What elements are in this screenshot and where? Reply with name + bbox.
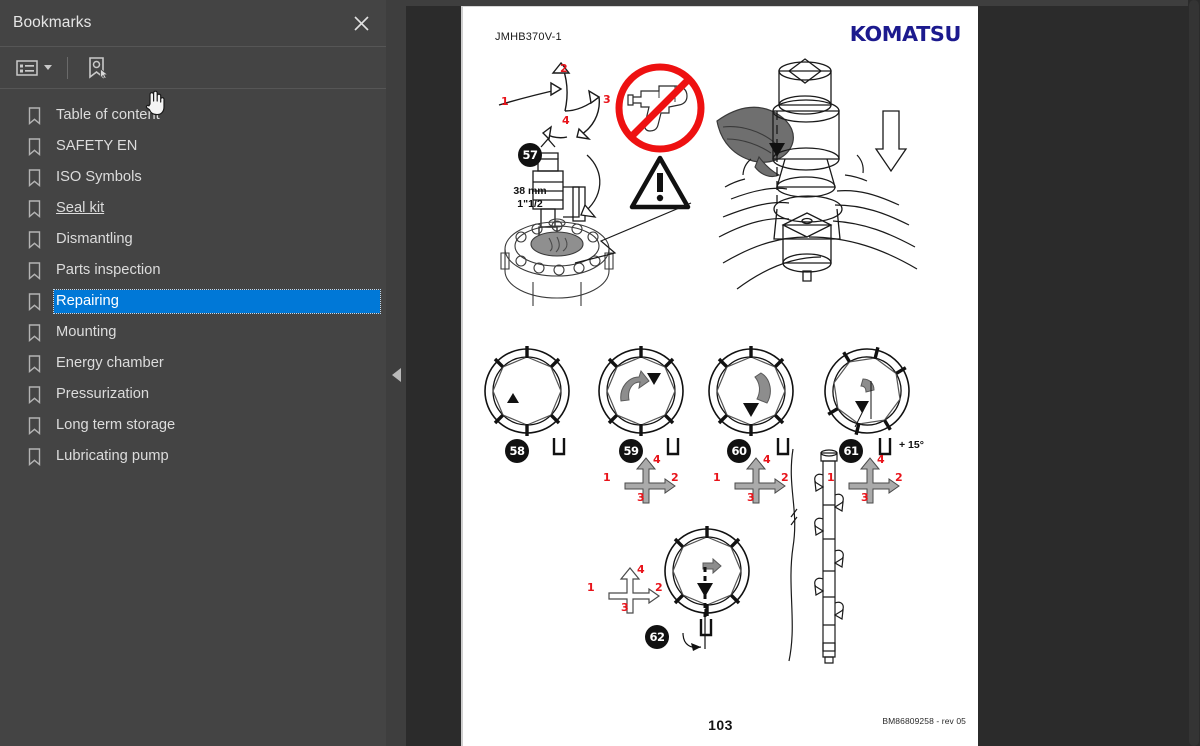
bookmark-item[interactable]: Seal kit bbox=[0, 193, 386, 224]
figure-socket-installation bbox=[716, 58, 918, 290]
rotation-callout-icon bbox=[682, 609, 713, 651]
arrow-number: 3 bbox=[747, 491, 755, 504]
figure-step-60 bbox=[708, 346, 794, 436]
bookmark-icon bbox=[28, 199, 43, 218]
bookmark-icon bbox=[28, 385, 43, 404]
bookmark-label: Energy chamber bbox=[56, 354, 164, 371]
panel-splitter[interactable] bbox=[386, 0, 406, 746]
arrow-number: 1 bbox=[603, 471, 611, 484]
pdf-page: JMHB370V-1 KOMATSU 1 2 3 4 57 38 mm 1"1/… bbox=[461, 6, 978, 746]
revision-code: BM86809258 - rev 05 bbox=[882, 716, 966, 726]
arrow-number: 1 bbox=[713, 471, 721, 484]
step-badge: 62 bbox=[645, 625, 669, 649]
bookmark-item[interactable]: Table of content bbox=[0, 100, 386, 131]
tool-spec-mm: 38 mm bbox=[513, 185, 547, 197]
bookmark-icon bbox=[28, 230, 43, 249]
figure-step-62 bbox=[664, 526, 750, 617]
four-way-arrow-icon bbox=[734, 457, 786, 504]
arrow-number: 4 bbox=[637, 563, 645, 576]
arrow-number: 1 bbox=[587, 581, 595, 594]
arrow-number: 2 bbox=[655, 581, 663, 594]
four-way-arrow-icon bbox=[624, 457, 676, 504]
bookmark-item[interactable]: Lubricating pump bbox=[0, 441, 386, 472]
bookmark-label: Mounting bbox=[56, 323, 117, 340]
chevron-down-icon bbox=[44, 65, 52, 70]
bookmark-item[interactable]: Mounting bbox=[0, 317, 386, 348]
panel-title: Bookmarks bbox=[13, 14, 92, 31]
tool-spec-inch: 1"1/2 bbox=[517, 198, 543, 211]
new-bookmark-icon[interactable] bbox=[82, 54, 112, 82]
bookmark-label: Repairing bbox=[53, 288, 381, 315]
figure-step-61 bbox=[824, 346, 910, 436]
figure-step-58 bbox=[484, 346, 570, 436]
bookmark-item[interactable]: Parts inspection bbox=[0, 255, 386, 286]
rotation-number: 4 bbox=[562, 114, 570, 127]
figure-rod-assembly bbox=[788, 448, 844, 664]
komatsu-logo: KOMATSU bbox=[849, 22, 962, 46]
arrow-number: 2 bbox=[895, 471, 903, 484]
bookmarks-panel-header: Bookmarks bbox=[0, 0, 386, 47]
arrow-number: 2 bbox=[671, 471, 679, 484]
bookmark-icon bbox=[28, 106, 43, 125]
rotation-number: 2 bbox=[560, 62, 568, 75]
bookmark-label: Pressurization bbox=[56, 385, 150, 402]
arrow-number: 3 bbox=[861, 491, 869, 504]
prohibited-impact-wrench-icon bbox=[615, 63, 705, 153]
toolbar-divider bbox=[67, 56, 68, 79]
step-badge: 58 bbox=[505, 439, 529, 463]
rotation-number: 1 bbox=[501, 95, 509, 108]
bookmark-item-repairing[interactable]: Repairing bbox=[0, 286, 386, 317]
bookmark-icon bbox=[28, 292, 43, 311]
arrow-number: 4 bbox=[653, 453, 661, 466]
bookmark-icon bbox=[28, 447, 43, 466]
tool-spec: 38 mm 1"1/2 bbox=[493, 185, 567, 211]
arrow-number: 4 bbox=[763, 453, 771, 466]
bookmark-icon bbox=[28, 261, 43, 280]
bookmark-label: Long term storage bbox=[56, 416, 176, 433]
bookmark-icon bbox=[28, 137, 43, 156]
bookmarks-toolbar bbox=[0, 47, 386, 89]
bookmark-label: Table of content bbox=[56, 106, 160, 123]
arrow-number: 3 bbox=[621, 601, 629, 614]
viewer-scrollbar[interactable] bbox=[1188, 0, 1200, 746]
step-badge: 57 bbox=[518, 143, 542, 167]
bookmarks-list[interactable]: Table of content SAFETY EN ISO Symbols S… bbox=[0, 89, 386, 746]
bookmark-label: Dismantling bbox=[56, 230, 133, 247]
callout-line bbox=[574, 202, 692, 264]
key-marker-icon bbox=[666, 438, 680, 456]
four-way-arrow-icon bbox=[608, 567, 661, 614]
bookmark-icon bbox=[28, 354, 43, 373]
bookmark-item[interactable]: Pressurization bbox=[0, 379, 386, 410]
bookmark-icon bbox=[28, 168, 43, 187]
bookmark-label: ISO Symbols bbox=[56, 168, 142, 185]
pdf-page-viewer: JMHB370V-1 KOMATSU 1 2 3 4 57 38 mm 1"1/… bbox=[406, 0, 1200, 746]
bookmark-item[interactable]: Dismantling bbox=[0, 224, 386, 255]
bookmark-label: Seal kit bbox=[56, 199, 105, 216]
arrow-number: 3 bbox=[637, 491, 645, 504]
bookmark-icon bbox=[28, 323, 43, 342]
figure-step-59 bbox=[598, 346, 684, 436]
bookmark-label: SAFETY EN bbox=[56, 137, 138, 154]
list-options-icon[interactable] bbox=[13, 57, 55, 79]
bookmark-item[interactable]: Long term storage bbox=[0, 410, 386, 441]
close-icon[interactable] bbox=[348, 10, 374, 36]
bookmarks-panel: Bookmarks Table of content SAFETY EN ISO… bbox=[0, 0, 386, 746]
rotation-number: 3 bbox=[603, 93, 611, 106]
pdf-reader-window: Bookmarks Table of content SAFETY EN ISO… bbox=[0, 0, 1200, 746]
bookmark-icon bbox=[28, 416, 43, 435]
bookmark-item[interactable]: ISO Symbols bbox=[0, 162, 386, 193]
bookmark-label: Lubricating pump bbox=[56, 447, 169, 464]
angle-annotation: + 15° bbox=[899, 439, 924, 451]
arrow-number: 4 bbox=[877, 453, 885, 466]
collapse-left-arrow-icon[interactable] bbox=[392, 368, 401, 382]
key-marker-icon bbox=[552, 438, 566, 456]
scrollbar-thumb[interactable] bbox=[1189, 0, 1199, 746]
bookmark-item[interactable]: Energy chamber bbox=[0, 348, 386, 379]
bookmark-label: Parts inspection bbox=[56, 261, 161, 278]
bookmark-item[interactable]: SAFETY EN bbox=[0, 131, 386, 162]
